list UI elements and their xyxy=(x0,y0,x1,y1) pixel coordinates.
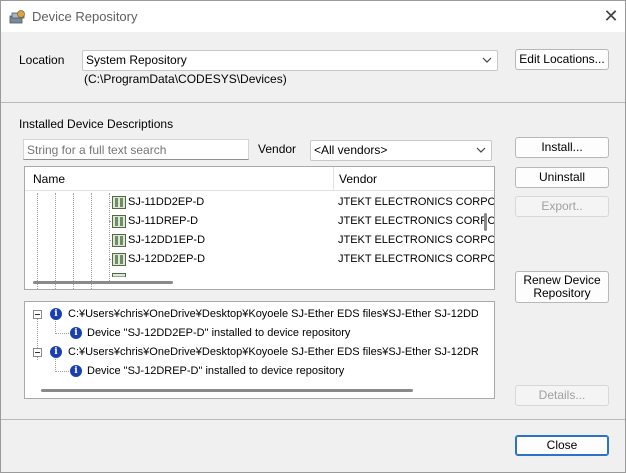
section-divider xyxy=(1,102,625,103)
install-log-panel[interactable]: i C:¥Users¥chris¥OneDrive¥Desktop¥Koyoel… xyxy=(24,301,495,399)
uninstall-button[interactable]: Uninstall xyxy=(515,167,609,188)
chevron-down-icon xyxy=(482,57,492,63)
device-vendor: JTEKT ELECTRONICS CORPC xyxy=(338,253,495,265)
location-select[interactable]: System Repository xyxy=(82,50,498,71)
device-module-icon xyxy=(112,253,126,266)
collapse-minus-icon[interactable] xyxy=(33,310,42,319)
device-name: SJ-12DD1EP-D xyxy=(128,234,206,246)
device-name: SJ-11DD2EP-D xyxy=(128,196,205,208)
device-list[interactable]: Name Vendor SJ-11DD2EP-D JTEKT ELECTRONI… xyxy=(24,166,495,290)
device-vendor: JTEKT ELECTRONICS CORPC xyxy=(338,196,495,208)
vendor-select[interactable]: <All vendors> xyxy=(310,140,492,161)
location-selected-value: System Repository xyxy=(86,53,187,67)
device-row[interactable]: SJ-11DD2EP-D JTEKT ELECTRONICS CORPC xyxy=(25,193,494,212)
log-entry-path: C:¥Users¥chris¥OneDrive¥Desktop¥Koyoele … xyxy=(68,308,478,320)
details-button[interactable]: Details... xyxy=(515,385,609,406)
device-name: SJ-11DREP-D xyxy=(128,215,199,227)
location-path: (C:\ProgramData\CODESYS\Devices) xyxy=(84,72,287,86)
device-list-horizontal-scrollbar[interactable] xyxy=(33,281,173,284)
info-icon: i xyxy=(50,308,62,320)
install-button[interactable]: Install... xyxy=(515,137,609,158)
device-module-icon xyxy=(112,273,126,277)
footer-divider xyxy=(1,419,625,420)
renew-device-repository-button[interactable]: Renew Device Repository xyxy=(515,271,609,303)
log-entry-path: C:¥Users¥chris¥OneDrive¥Desktop¥Koyoele … xyxy=(68,346,478,358)
device-repository-icon xyxy=(9,10,25,24)
column-header-vendor[interactable]: Vendor xyxy=(339,167,377,191)
device-vendor: JTEKT ELECTRONICS CORPC xyxy=(338,234,495,246)
log-entry-message: Device "SJ-12DD2EP-D" installed to devic… xyxy=(87,327,351,339)
device-name: SJ-12DD2EP-D xyxy=(128,253,206,265)
window-title: Device Repository xyxy=(32,9,138,24)
edit-locations-button[interactable]: Edit Locations... xyxy=(515,49,609,70)
vendor-selected-value: <All vendors> xyxy=(314,143,388,157)
location-label: Location xyxy=(19,53,65,67)
device-vendor: JTEKT ELECTRONICS CORPC xyxy=(338,215,495,227)
device-list-vertical-scrollbar[interactable] xyxy=(484,213,487,231)
device-module-icon xyxy=(112,234,126,247)
vendor-label: Vendor xyxy=(258,142,297,156)
device-module-icon xyxy=(112,215,126,228)
export-button[interactable]: Export.. xyxy=(515,196,609,217)
installed-descriptions-label: Installed Device Descriptions xyxy=(19,117,174,131)
device-row[interactable]: SJ-11DREP-D JTEKT ELECTRONICS CORPC xyxy=(25,212,494,231)
full-text-search-input[interactable] xyxy=(23,139,249,160)
device-row[interactable]: SJ-12DD1EP-D JTEKT ELECTRONICS CORPC xyxy=(25,231,494,250)
close-button[interactable]: Close xyxy=(515,435,609,456)
device-module-icon xyxy=(112,196,126,209)
collapse-minus-icon[interactable] xyxy=(33,348,42,357)
log-entry-message: Device "SJ-12DREP-D" installed to device… xyxy=(87,365,345,377)
column-separator xyxy=(333,167,334,191)
info-icon: i xyxy=(70,327,82,339)
close-window-icon[interactable]: ✕ xyxy=(601,6,621,26)
chevron-down-icon xyxy=(476,147,486,153)
title-bar: Device Repository ✕ xyxy=(1,1,625,32)
info-icon: i xyxy=(70,365,82,377)
log-horizontal-scrollbar[interactable] xyxy=(41,389,413,392)
column-header-name[interactable]: Name xyxy=(33,167,65,191)
device-row[interactable]: SJ-12DD2EP-D JTEKT ELECTRONICS CORPC xyxy=(25,250,494,269)
info-icon: i xyxy=(50,346,62,358)
device-list-header: Name Vendor xyxy=(25,167,494,191)
device-repository-window: Device Repository ✕ Location System Repo… xyxy=(0,0,626,473)
